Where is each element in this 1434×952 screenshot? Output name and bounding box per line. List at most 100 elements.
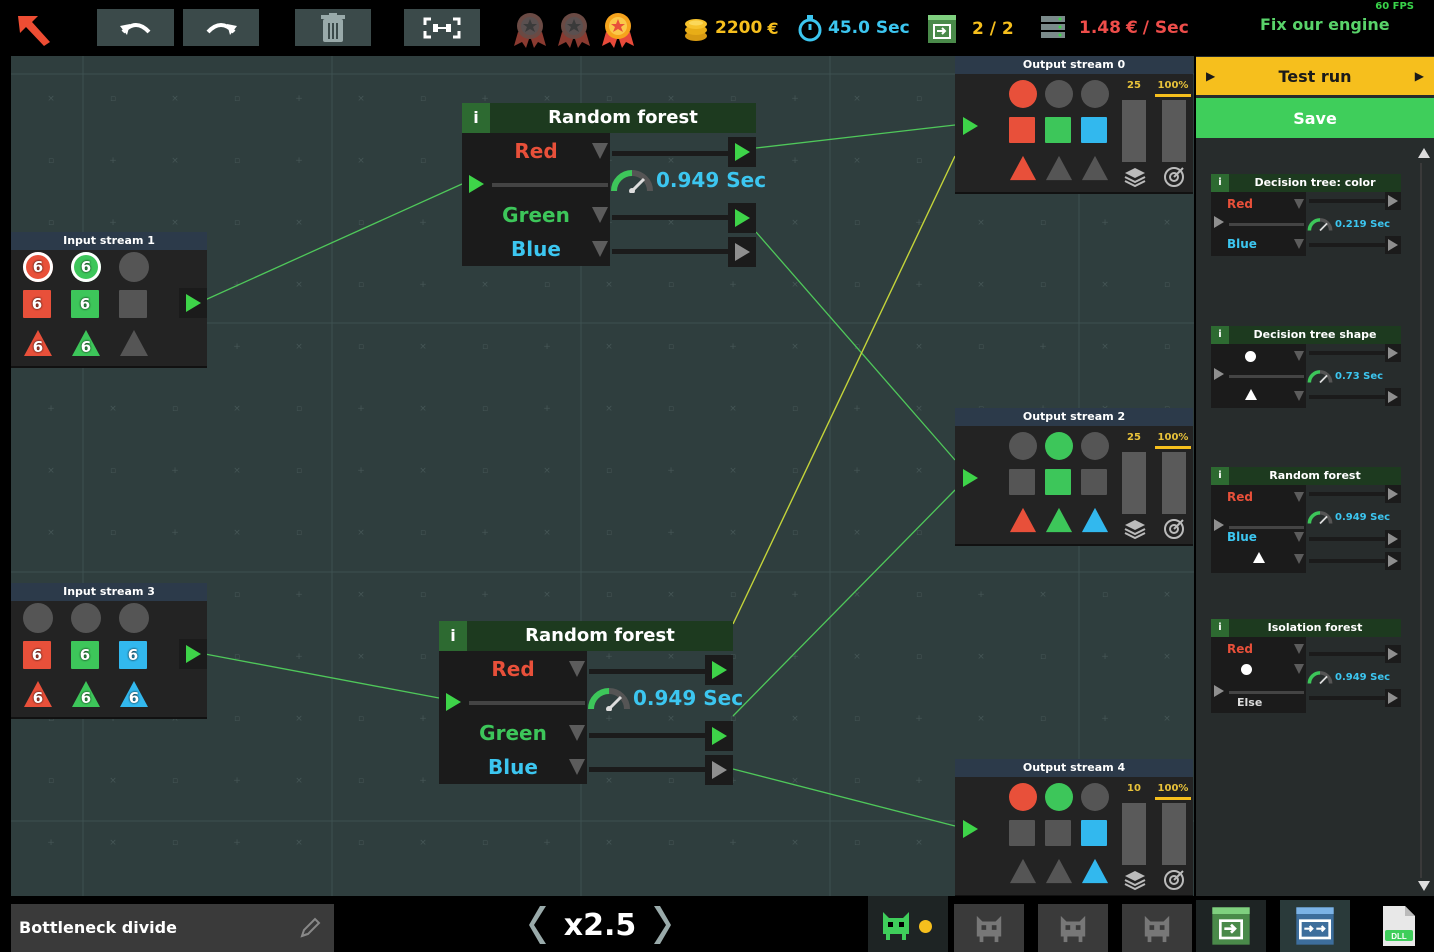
- random-forest-node-2[interactable]: i Random forest Red Green Blue 0.949 Sec: [439, 621, 743, 785]
- rule-triangle-dropdown[interactable]: [1211, 549, 1306, 569]
- svg-text:+: +: [853, 466, 861, 476]
- card-header[interactable]: i Decision tree: color: [1211, 174, 1401, 192]
- rule-green-dropdown[interactable]: Green: [462, 199, 610, 232]
- card-output-port[interactable]: [1385, 192, 1401, 210]
- rule-dropdown[interactable]: Red: [1211, 194, 1306, 214]
- input-stream-3[interactable]: Input stream 3 6 6 6 6 6 6: [11, 583, 207, 719]
- rule-circle-dropdown[interactable]: [1211, 659, 1306, 679]
- rule-triangle-dropdown[interactable]: [1211, 386, 1306, 406]
- output-stream-input-port[interactable]: [955, 108, 985, 144]
- rule-green-dropdown[interactable]: Green: [439, 717, 587, 750]
- node-output-port-blue[interactable]: [728, 237, 756, 267]
- node-input-port[interactable]: [462, 167, 490, 200]
- pipeline-tool-button[interactable]: [1280, 900, 1350, 952]
- back-button[interactable]: [14, 12, 54, 48]
- model-card[interactable]: i Random forest Red Blue 0.949 Sec: [1211, 467, 1401, 573]
- output-stream-input-port[interactable]: [955, 460, 985, 496]
- svg-text:+: +: [729, 342, 737, 352]
- agent-slot[interactable]: [1122, 904, 1192, 952]
- rule-circle-dropdown[interactable]: [1211, 346, 1306, 366]
- node-output-port-blue[interactable]: [705, 755, 733, 785]
- input-stream-output-port[interactable]: [179, 288, 207, 318]
- triangle-icon: [119, 328, 149, 358]
- undo-button[interactable]: [97, 9, 174, 46]
- node-header[interactable]: i Random forest: [462, 103, 756, 133]
- model-card[interactable]: i Decision tree shape 0.73 Sec: [1211, 326, 1401, 408]
- active-agent-slot[interactable]: [868, 896, 948, 952]
- level-name-box[interactable]: Bottleneck divide: [11, 904, 334, 952]
- svg-text:▫: ▫: [358, 280, 364, 290]
- input-stream-1[interactable]: Input stream 1 6 6 6 6 6 6: [11, 232, 207, 368]
- scroll-up-icon[interactable]: [1418, 148, 1430, 158]
- speed-down-button[interactable]: [528, 904, 550, 946]
- rule-dropdown[interactable]: Red: [1211, 487, 1306, 507]
- card-output-port[interactable]: [1385, 236, 1401, 254]
- svg-text:×: ×: [481, 280, 489, 290]
- rule-dropdown[interactable]: Blue: [1211, 527, 1306, 547]
- card-header[interactable]: i Decision tree shape: [1211, 326, 1401, 344]
- rule-blue-dropdown[interactable]: Blue: [462, 233, 610, 266]
- card-output-port[interactable]: [1385, 645, 1401, 663]
- speed-up-button[interactable]: [650, 904, 672, 946]
- input-stream-output-port[interactable]: [179, 639, 207, 669]
- random-forest-node-1[interactable]: i Random forest Red Green Blue 0.949 Sec: [462, 103, 766, 267]
- node-output-port-red[interactable]: [728, 137, 756, 167]
- svg-text:+: +: [481, 590, 489, 600]
- output-stream-4[interactable]: Output stream 4 10 100%: [955, 759, 1193, 896]
- output-tool-button[interactable]: [1196, 900, 1266, 952]
- card-input-port[interactable]: [1214, 216, 1224, 228]
- model-card[interactable]: i Isolation forest Red Else 0.949 Sec: [1211, 619, 1401, 713]
- node-header[interactable]: i Random forest: [439, 621, 733, 651]
- info-button[interactable]: i: [439, 621, 467, 651]
- agent-slot[interactable]: [1038, 904, 1108, 952]
- node-output-port-red[interactable]: [705, 655, 733, 685]
- fit-view-button[interactable]: [404, 9, 480, 46]
- rule-blue-dropdown[interactable]: Blue: [439, 751, 587, 784]
- card-output-port[interactable]: [1385, 530, 1401, 548]
- square-icon: [1045, 469, 1071, 495]
- rule-else: Else: [1211, 693, 1306, 713]
- shape-count: 6: [79, 295, 91, 313]
- card-output-port[interactable]: [1385, 344, 1401, 362]
- svg-text:+: +: [109, 218, 117, 228]
- card-input-port[interactable]: [1214, 368, 1224, 380]
- info-button[interactable]: i: [1211, 467, 1229, 485]
- save-button[interactable]: Save: [1196, 98, 1434, 138]
- redo-button[interactable]: [183, 9, 259, 46]
- card-header[interactable]: i Isolation forest: [1211, 619, 1401, 637]
- card-header[interactable]: i Random forest: [1211, 467, 1401, 485]
- rule-dropdown[interactable]: Blue: [1211, 234, 1306, 254]
- chevron-down-icon: [1294, 391, 1304, 401]
- circle-icon: [1081, 432, 1109, 460]
- test-run-button[interactable]: ▶ Test run ▶: [1196, 57, 1434, 95]
- pipeline-canvas[interactable]: × ▫ × ▫ + × ▫ + × ▫ × ▫ + × ▫ + × ▫ × ▫ + × ▫ + × ▫ × ▫ + × ▫ + × ▫ × ▫ + × ▫ +…: [11, 56, 1194, 896]
- scroll-down-icon[interactable]: [1418, 881, 1430, 891]
- card-output-port[interactable]: [1385, 388, 1401, 406]
- node-output-port-green[interactable]: [705, 721, 733, 751]
- rule-red-dropdown[interactable]: Red: [462, 135, 610, 168]
- coins-icon: [685, 19, 707, 41]
- info-button[interactable]: i: [1211, 326, 1229, 344]
- rule-red-dropdown[interactable]: Red: [439, 653, 587, 686]
- output-stream-shapes: [1009, 80, 1121, 190]
- circle-icon: [119, 252, 149, 282]
- card-output-port[interactable]: [1385, 552, 1401, 570]
- card-output-port[interactable]: [1385, 485, 1401, 503]
- sidebar-scrollbar[interactable]: [1420, 163, 1422, 878]
- model-card[interactable]: i Decision tree: color Red Blue 0.219 Sec: [1211, 174, 1401, 256]
- output-stream-2[interactable]: Output stream 2 25 100%: [955, 408, 1193, 546]
- rule-dropdown[interactable]: Red: [1211, 639, 1306, 659]
- svg-text:▫: ▫: [172, 404, 178, 414]
- info-button[interactable]: i: [462, 103, 490, 133]
- node-input-port[interactable]: [439, 685, 467, 718]
- info-button[interactable]: i: [1211, 619, 1229, 637]
- dll-export-button[interactable]: DLL: [1364, 900, 1434, 952]
- pencil-icon[interactable]: [298, 916, 322, 940]
- card-output-port[interactable]: [1385, 689, 1401, 707]
- node-output-port-green[interactable]: [728, 203, 756, 233]
- output-stream-0[interactable]: Output stream 0 25 100%: [955, 56, 1193, 194]
- output-stream-input-port[interactable]: [955, 811, 985, 847]
- agent-slot[interactable]: [954, 904, 1024, 952]
- info-button[interactable]: i: [1211, 174, 1229, 192]
- delete-button[interactable]: [295, 9, 371, 46]
